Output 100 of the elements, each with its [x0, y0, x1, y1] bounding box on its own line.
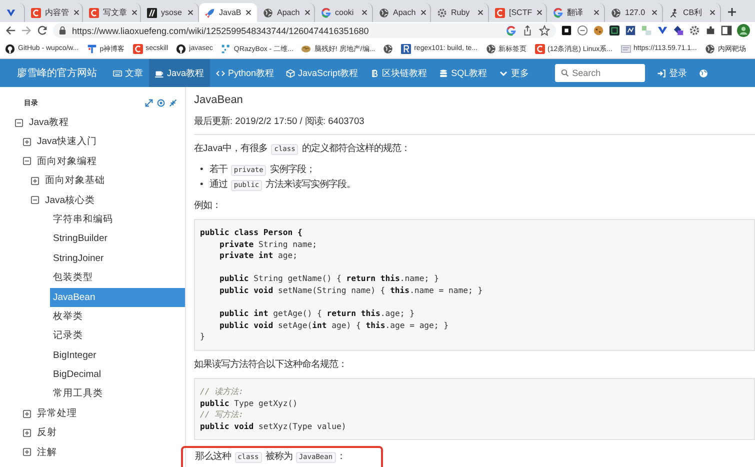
tree-item[interactable]: 异常处理 — [34, 404, 185, 424]
nav-link[interactable]: Python教程 — [210, 59, 280, 87]
dots-icon — [220, 44, 231, 54]
cube-icon — [286, 68, 296, 78]
cookie-icon[interactable] — [593, 25, 604, 36]
tree-item[interactable]: StringJoiner — [50, 248, 185, 268]
r-logo-icon — [401, 44, 412, 54]
c-logo-icon — [495, 8, 505, 18]
code-icon — [216, 68, 226, 78]
site-title[interactable]: 廖雪峰的官方网站 — [17, 66, 97, 80]
code-line: private int age; — [218, 250, 298, 262]
puzzle-icon[interactable] — [705, 25, 716, 36]
extension-icon[interactable] — [561, 25, 572, 36]
code-line: public String getName() { return this.name; } — [218, 273, 440, 285]
code-line: public void setAge(int age) { this.age = age; } — [218, 320, 450, 332]
bookmark[interactable] — [383, 44, 394, 54]
expand-icon[interactable] — [23, 410, 31, 418]
close-icon[interactable] — [593, 9, 600, 16]
close-icon[interactable] — [245, 9, 252, 16]
g-logo-icon — [553, 8, 563, 18]
nav-link[interactable]: 文章 — [107, 59, 149, 87]
nav-link[interactable]: Java教程 — [149, 59, 210, 87]
bullet: • — [200, 178, 204, 191]
tree-item[interactable]: 反射 — [34, 423, 185, 443]
tree-item[interactable]: 枚举类 — [50, 306, 185, 326]
tree-item[interactable]: 包装类型 — [50, 268, 185, 288]
flag-icon — [86, 44, 97, 54]
octocat-icon — [5, 44, 15, 54]
gear-icon — [437, 8, 447, 18]
nav-link[interactable]: 区块链教程 — [364, 59, 434, 87]
close-icon[interactable] — [304, 9, 311, 16]
code-comment: // 读方法: — [200, 386, 244, 398]
chevron-logo-icon[interactable] — [657, 25, 668, 36]
expand-icon[interactable] — [23, 448, 31, 456]
login-link[interactable]: 登录 — [651, 59, 694, 87]
tree-item[interactable]: 面向对象编程 — [34, 152, 185, 172]
nav-link[interactable]: 更多 — [493, 59, 536, 87]
close-icon[interactable] — [420, 9, 427, 16]
sidebar-icon[interactable] — [721, 25, 732, 36]
extension-icon[interactable] — [673, 25, 684, 36]
c-logo-icon — [534, 44, 545, 54]
code-line: public Type getXyz() — [200, 398, 298, 410]
article-meta: 最后更新: 2019/2/2 17:50 / 阅读: 6403703 — [194, 115, 366, 128]
extension-icon[interactable] — [625, 25, 636, 36]
close-icon[interactable] — [709, 9, 716, 16]
share-icon[interactable] — [522, 25, 533, 36]
g-logo-icon — [321, 8, 331, 18]
star-icon[interactable] — [539, 25, 550, 36]
reload-icon[interactable] — [37, 25, 48, 36]
tree-item[interactable]: Java核心类 — [42, 190, 185, 210]
expand-icon[interactable] — [23, 428, 31, 437]
tree-item[interactable]: 记录类 — [50, 326, 185, 346]
extension-icon[interactable] — [609, 25, 620, 36]
chevron-down-icon — [499, 68, 508, 78]
new-tab-icon[interactable] — [727, 7, 737, 17]
bullet: • — [200, 163, 204, 176]
settings-icon[interactable] — [689, 25, 700, 36]
tree-item[interactable]: BigDecimal — [50, 365, 185, 384]
close-icon[interactable] — [651, 9, 658, 16]
expand-icon[interactable] — [31, 176, 39, 185]
address-field[interactable]: https://www.liaoxuefeng.com/wiki/1252599548343744/1260474416351680 — [53, 23, 556, 38]
close-icon[interactable] — [73, 9, 80, 16]
code-line: public int getAge() { return this.age; } — [218, 308, 416, 320]
avatar-icon[interactable] — [737, 24, 750, 37]
back-icon[interactable] — [5, 25, 16, 36]
nav-link[interactable]: SQL教程 — [433, 59, 494, 87]
expand-all-icon[interactable] — [145, 99, 153, 107]
close-icon[interactable] — [477, 9, 484, 16]
tree-item[interactable]: 字符串和编码 — [50, 210, 185, 230]
expand-icon[interactable] — [23, 138, 31, 146]
code-line: public void setName(String name) { this.name = name; } — [218, 284, 484, 297]
tree-item[interactable]: StringBuilder — [50, 229, 185, 249]
tree-item[interactable]: Java快速入门 — [34, 132, 185, 152]
close-icon[interactable] — [536, 9, 544, 16]
close-icon[interactable] — [131, 9, 138, 16]
globe-icon — [486, 44, 496, 54]
paragraph: 如果读写方法符合以下这种命名规范： — [194, 358, 348, 371]
globe-icon[interactable] — [699, 68, 708, 78]
close-icon[interactable] — [187, 9, 194, 16]
browser-tab[interactable]: JavaB — [199, 3, 257, 22]
tree-item[interactable]: 面向对象基础 — [42, 171, 185, 191]
globe-icon — [379, 8, 389, 18]
page-icon — [620, 44, 630, 54]
close-icon[interactable] — [361, 9, 368, 16]
c-logo-icon — [89, 8, 99, 18]
collapse-icon[interactable] — [23, 157, 31, 166]
tree-item[interactable]: BigInteger — [50, 346, 185, 366]
code-line: } — [200, 331, 206, 343]
sign-in-icon — [657, 68, 666, 78]
globe-icon — [383, 44, 394, 54]
locate-icon[interactable] — [157, 99, 165, 107]
nav-link[interactable]: JavaScript教程 — [280, 59, 364, 87]
collapse-all-icon[interactable] — [169, 99, 177, 107]
collapse-icon[interactable] — [15, 118, 23, 127]
search-field[interactable]: Search — [555, 64, 646, 82]
c-logo-icon — [31, 8, 41, 18]
collapse-icon[interactable] — [31, 196, 39, 204]
tree-item[interactable]: Java教程 — [26, 113, 185, 132]
tree-item[interactable]: 常用工具类 — [50, 384, 185, 404]
chevron-logo-icon — [6, 8, 16, 18]
